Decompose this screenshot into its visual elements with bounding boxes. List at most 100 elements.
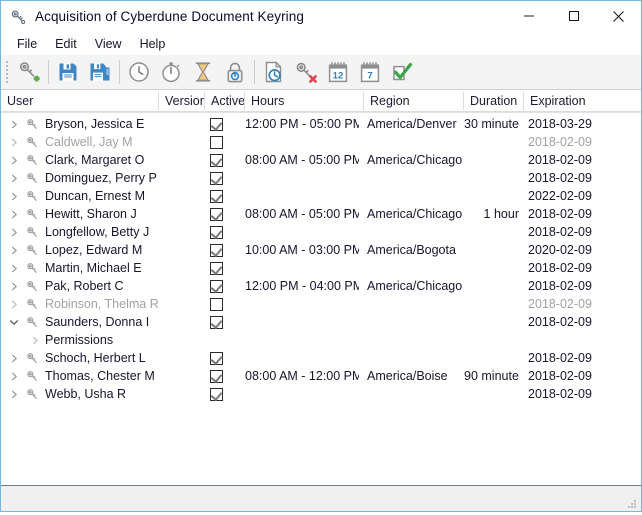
minimize-button[interactable] [506,1,551,31]
user-keyring-tree[interactable]: User Version Active Hours Region Duratio… [1,90,641,486]
active-checkbox[interactable] [210,349,223,367]
chevron-right-icon[interactable] [6,367,22,385]
table-row[interactable]: Schoch, Herbert L 2018-02-09 [1,349,641,367]
table-row[interactable]: Webb, Usha R 2018-02-09 [1,385,641,403]
maximize-button[interactable] [551,1,596,31]
cell-region [367,259,463,277]
table-header: User Version Active Hours Region Duratio… [1,90,641,113]
lock-power-icon[interactable] [219,57,251,87]
cell-user: Lopez, Edward M [45,243,143,257]
status-bar [1,486,641,511]
table-row[interactable]: Dominguez, Perry P 2018-02-09 [1,169,641,187]
calendar-7-icon[interactable]: 7 [354,57,386,87]
table-row[interactable]: Hewitt, Sharon J 08:00 AM - 05:00 PM Ameri… [1,205,641,223]
active-checkbox[interactable] [210,313,223,331]
chevron-right-icon[interactable] [6,187,22,205]
active-checkbox[interactable] [210,187,223,205]
column-header-region[interactable]: Region [364,90,463,112]
active-checkbox[interactable] [210,133,223,151]
cell-region [367,223,463,241]
key-icon [24,385,40,403]
cell-expiration: 2018-02-09 [528,297,592,311]
table-row[interactable]: Bryson, Jessica E 12:00 PM - 05:00 PM Amer… [1,115,641,133]
hourglass-icon[interactable] [187,57,219,87]
chevron-right-icon[interactable] [6,259,22,277]
table-row[interactable]: Duncan, Ernest M 2022-02-09 [1,187,641,205]
table-row[interactable]: Thomas, Chester M 08:00 AM - 12:00 PM Amer… [1,367,641,385]
active-checkbox[interactable] [210,241,223,259]
menu-help[interactable]: Help [131,35,175,53]
table-row[interactable]: Lopez, Edward M 10:00 AM - 03:00 PM Americ… [1,241,641,259]
cell-hours [245,187,359,205]
clock-icon[interactable] [123,57,155,87]
chevron-right-icon[interactable] [6,295,22,313]
active-checkbox[interactable] [210,295,223,313]
chevron-right-icon[interactable] [6,133,22,151]
toolbar-drag-handle[interactable] [4,59,13,85]
cell-version [159,205,204,223]
table-row[interactable]: Clark, Margaret O 08:00 AM - 05:00 PM Amer… [1,151,641,169]
column-header-user[interactable]: User [1,90,158,112]
cell-region: America/Chicago [367,279,463,293]
menu-edit[interactable]: Edit [46,35,86,53]
active-checkbox[interactable] [210,169,223,187]
active-checkbox[interactable] [210,115,223,133]
chevron-right-icon[interactable] [6,115,22,133]
table-row[interactable]: Permissions [1,331,641,349]
table-row[interactable]: Saunders, Donna I 2018-02-09 [1,313,641,331]
active-checkbox[interactable] [210,385,223,403]
cell-expiration: 2022-02-09 [528,189,592,203]
cell-user: Clark, Margaret O [45,153,145,167]
key-add-icon[interactable] [13,57,45,87]
save-as-icon[interactable] [84,57,116,87]
column-header-hours[interactable]: Hours [245,90,363,112]
table-row[interactable]: Pak, Robert C 12:00 PM - 04:00 PM America/… [1,277,641,295]
active-checkbox[interactable] [210,151,223,169]
check-approve-icon[interactable] [386,57,418,87]
save-icon[interactable] [52,57,84,87]
key-icon [24,349,40,367]
table-row[interactable]: Robinson, Thelma R 2018-02-09 [1,295,641,313]
table-body: Bryson, Jessica E 12:00 PM - 05:00 PM Amer… [1,113,641,485]
cell-region [367,169,463,187]
cell-user: Pak, Robert C [45,279,124,293]
cell-expiration: 2018-02-09 [528,279,592,293]
chevron-down-icon[interactable] [6,313,22,331]
chevron-right-icon[interactable] [6,349,22,367]
active-checkbox[interactable] [210,367,223,385]
table-row[interactable]: Longfellow, Betty J 2018-02-09 [1,223,641,241]
menu-view[interactable]: View [86,35,131,53]
resize-grip-icon[interactable] [626,497,638,509]
chevron-right-icon[interactable] [6,223,22,241]
column-header-duration[interactable]: Duration [464,90,523,112]
menu-file[interactable]: File [8,35,46,53]
chevron-right-icon[interactable] [6,205,22,223]
column-header-version[interactable]: Version [159,90,204,112]
column-header-active[interactable]: Active [205,90,244,112]
window-title: Acquisition of Cyberdune Document Keyrin… [35,9,304,24]
table-row[interactable]: Caldwell, Jay M 2018-02-09 [1,133,641,151]
chevron-right-icon[interactable] [6,151,22,169]
chevron-right-icon[interactable] [27,331,43,349]
active-checkbox[interactable] [210,205,223,223]
active-checkbox[interactable] [210,259,223,277]
cell-version [159,259,204,277]
key-delete-icon[interactable] [290,57,322,87]
cell-duration [464,295,519,313]
chevron-right-icon[interactable] [6,385,22,403]
key-icon [24,241,40,259]
table-row[interactable]: Martin, Michael E 2018-02-09 [1,259,641,277]
cell-expiration: 2018-02-09 [528,153,592,167]
chevron-right-icon[interactable] [6,241,22,259]
chevron-right-icon[interactable] [6,169,22,187]
cell-hours: 12:00 PM - 05:00 PM [245,117,359,131]
calendar-12-icon[interactable]: 12 [322,57,354,87]
chevron-right-icon[interactable] [6,277,22,295]
stopwatch-icon[interactable] [155,57,187,87]
column-header-expiration[interactable]: Expiration [524,90,641,112]
document-history-icon[interactable] [258,57,290,87]
active-checkbox[interactable] [210,223,223,241]
active-checkbox[interactable] [210,277,223,295]
cell-duration [464,349,519,367]
close-button[interactable] [596,1,641,31]
